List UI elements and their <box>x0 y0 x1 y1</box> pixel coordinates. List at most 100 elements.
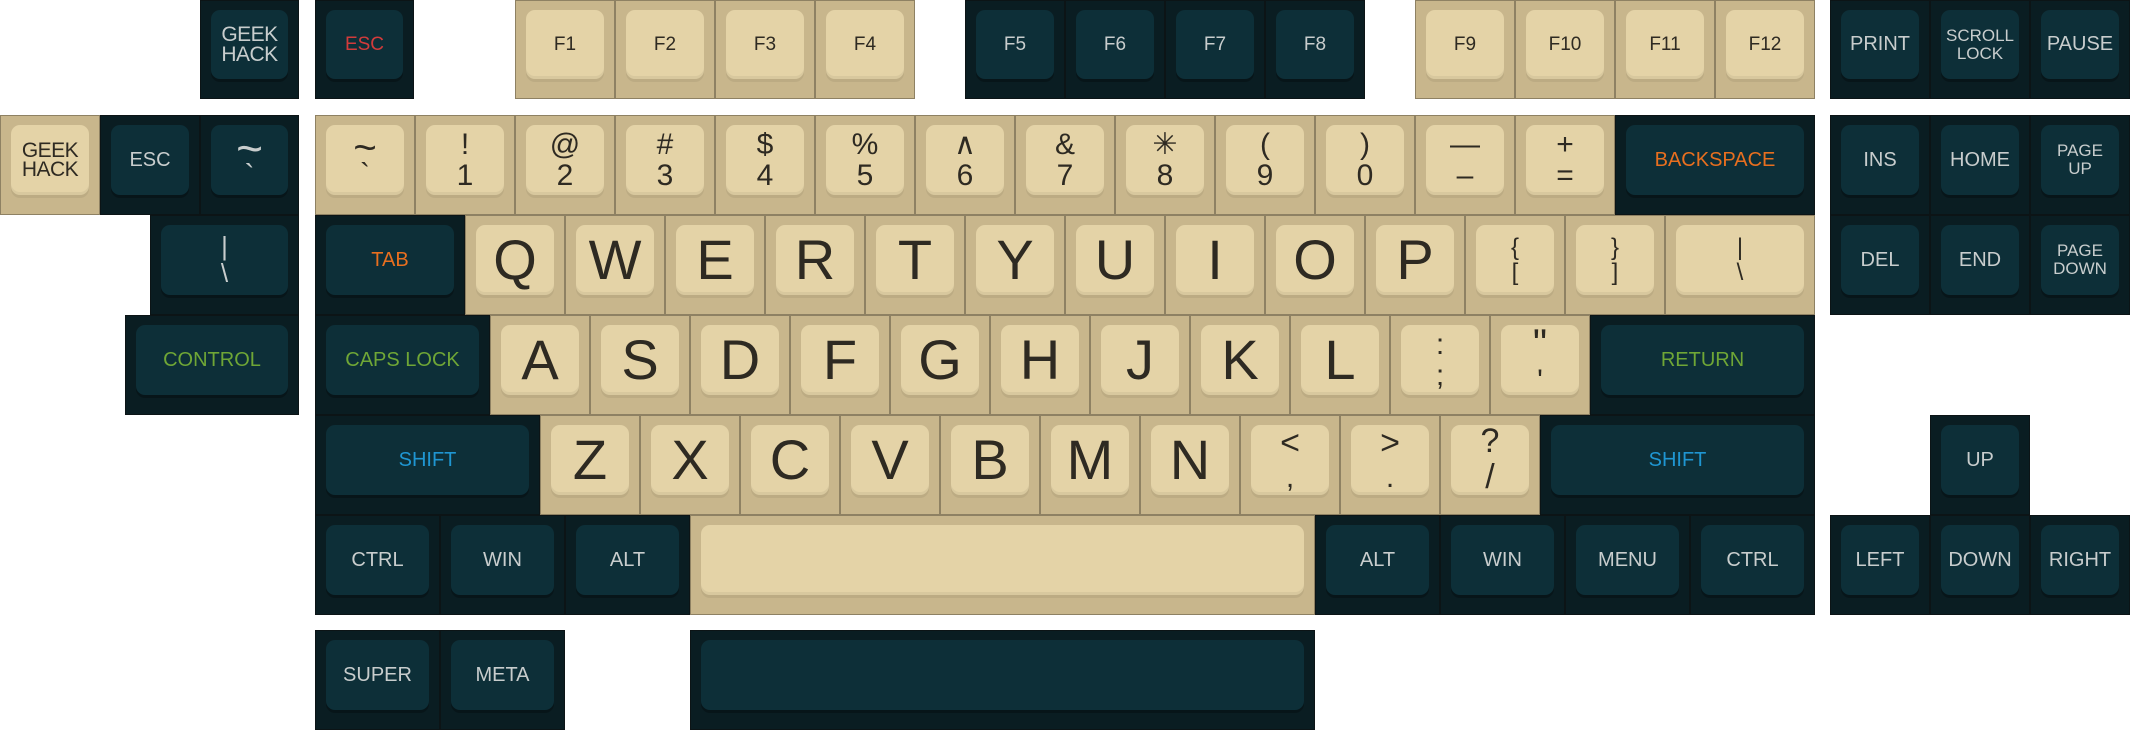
f2-key[interactable]: F2 <box>615 0 715 99</box>
page-up-key[interactable]: PAGE UP <box>2030 115 2130 215</box>
backspace-key[interactable]: BACKSPACE <box>1615 115 1815 215</box>
key-h[interactable]: H <box>990 315 1090 415</box>
up-arrow-key[interactable]: UP <box>1930 415 2030 515</box>
pipe-key-alt[interactable]: | \ <box>150 215 299 315</box>
key-right-bracket[interactable]: }] <box>1565 215 1665 315</box>
key-k[interactable]: K <box>1190 315 1290 415</box>
scroll-lock-key[interactable]: SCROLL LOCK <box>1930 0 2030 99</box>
key-equals[interactable]: + = <box>1515 115 1615 215</box>
key-e[interactable]: E <box>665 215 765 315</box>
key-7[interactable]: & 7 <box>1015 115 1115 215</box>
left-win-key[interactable]: WIN <box>440 515 565 615</box>
key-comma[interactable]: <, <box>1240 415 1340 515</box>
return-key[interactable]: RETURN <box>1590 315 1815 415</box>
key-tilde[interactable]: ~ ` <box>315 115 415 215</box>
key-j[interactable]: J <box>1090 315 1190 415</box>
key-m[interactable]: M <box>1040 415 1140 515</box>
key-g[interactable]: G <box>890 315 990 415</box>
left-shift-key[interactable]: SHIFT <box>315 415 540 515</box>
key-n[interactable]: N <box>1140 415 1240 515</box>
right-shift-key[interactable]: SHIFT <box>1540 415 1815 515</box>
tilde-key-alt[interactable]: ~ ` <box>200 115 299 215</box>
f12-key[interactable]: F12 <box>1715 0 1815 99</box>
f7-key[interactable]: F7 <box>1165 0 1265 99</box>
insert-key[interactable]: INS <box>1830 115 1930 215</box>
key-1[interactable]: ! 1 <box>415 115 515 215</box>
key-l[interactable]: L <box>1290 315 1390 415</box>
key-d[interactable]: D <box>690 315 790 415</box>
key-left-bracket[interactable]: {[ <box>1465 215 1565 315</box>
super-key[interactable]: SUPER <box>315 630 440 730</box>
key-backslash[interactable]: | \ <box>1665 215 1815 315</box>
key-p[interactable]: P <box>1365 215 1465 315</box>
key-w[interactable]: W <box>565 215 665 315</box>
pause-key[interactable]: PAUSE <box>2030 0 2130 99</box>
f8-key[interactable]: F8 <box>1265 0 1365 99</box>
down-arrow-key[interactable]: DOWN <box>1930 515 2030 615</box>
key-period[interactable]: >. <box>1340 415 1440 515</box>
f4-label: F4 <box>853 33 877 55</box>
right-arrow-key[interactable]: RIGHT <box>2030 515 2130 615</box>
key-s[interactable]: S <box>590 315 690 415</box>
print-key[interactable]: PRINT <box>1830 0 1930 99</box>
key-0[interactable]: ) 0 <box>1315 115 1415 215</box>
tab-key[interactable]: TAB <box>315 215 465 315</box>
key-2[interactable]: @2 <box>515 115 615 215</box>
end-key[interactable]: END <box>1930 215 2030 315</box>
key-f[interactable]: F <box>790 315 890 415</box>
geekhack-logo-key-alt[interactable]: GEEK HACK <box>0 115 100 215</box>
key-t[interactable]: T <box>865 215 965 315</box>
spacebar-beige[interactable] <box>690 515 1315 615</box>
key-6[interactable]: ∧ 6 <box>915 115 1015 215</box>
key-c[interactable]: C <box>740 415 840 515</box>
f9-key[interactable]: F9 <box>1415 0 1515 99</box>
f10-key[interactable]: F10 <box>1515 0 1615 99</box>
right-ctrl-key[interactable]: CTRL <box>1690 515 1815 615</box>
key-v[interactable]: V <box>840 415 940 515</box>
key-4[interactable]: $4 <box>715 115 815 215</box>
key-z[interactable]: Z <box>540 415 640 515</box>
f11-key[interactable]: F11 <box>1615 0 1715 99</box>
key-a[interactable]: A <box>490 315 590 415</box>
key-q[interactable]: Q <box>465 215 565 315</box>
key-semicolon[interactable]: :; <box>1390 315 1490 415</box>
key-quote[interactable]: " ' <box>1490 315 1590 415</box>
f3-key[interactable]: F3 <box>715 0 815 99</box>
key-o[interactable]: O <box>1265 215 1365 315</box>
f1-label: F1 <box>553 33 577 55</box>
key-r[interactable]: R <box>765 215 865 315</box>
left-alt-key[interactable]: ALT <box>565 515 690 615</box>
f6-key[interactable]: F6 <box>1065 0 1165 99</box>
page-down-key[interactable]: PAGE DOWN <box>2030 215 2130 315</box>
home-key[interactable]: HOME <box>1930 115 2030 215</box>
key-minus[interactable]: — – <box>1415 115 1515 215</box>
key-slash[interactable]: ? / <box>1440 415 1540 515</box>
f4-key[interactable]: F4 <box>815 0 915 99</box>
key-x[interactable]: X <box>640 415 740 515</box>
key-3[interactable]: #3 <box>615 115 715 215</box>
key-b-label: B <box>971 428 1009 491</box>
right-win-key[interactable]: WIN <box>1440 515 1565 615</box>
meta-key[interactable]: META <box>440 630 565 730</box>
delete-key[interactable]: DEL <box>1830 215 1930 315</box>
geekhack-logo-key[interactable]: GEEK HACK <box>200 0 299 99</box>
key-y[interactable]: Y <box>965 215 1065 315</box>
esc-key-alt[interactable]: ESC <box>100 115 200 215</box>
key-8[interactable]: ✳ 8 <box>1115 115 1215 215</box>
right-alt-key[interactable]: ALT <box>1315 515 1440 615</box>
left-arrow-key[interactable]: LEFT <box>1830 515 1930 615</box>
key-f-label: F <box>822 328 858 391</box>
key-u[interactable]: U <box>1065 215 1165 315</box>
left-ctrl-key[interactable]: CTRL <box>315 515 440 615</box>
spacebar-dark[interactable] <box>690 630 1315 730</box>
f5-key[interactable]: F5 <box>965 0 1065 99</box>
f1-key[interactable]: F1 <box>515 0 615 99</box>
menu-key[interactable]: MENU <box>1565 515 1690 615</box>
key-5[interactable]: % 5 <box>815 115 915 215</box>
control-key-alt[interactable]: CONTROL <box>125 315 299 415</box>
key-9[interactable]: (9 <box>1215 115 1315 215</box>
caps-lock-key[interactable]: CAPS LOCK <box>315 315 490 415</box>
key-b[interactable]: B <box>940 415 1040 515</box>
esc-key[interactable]: ESC <box>315 0 414 99</box>
key-i[interactable]: I <box>1165 215 1265 315</box>
